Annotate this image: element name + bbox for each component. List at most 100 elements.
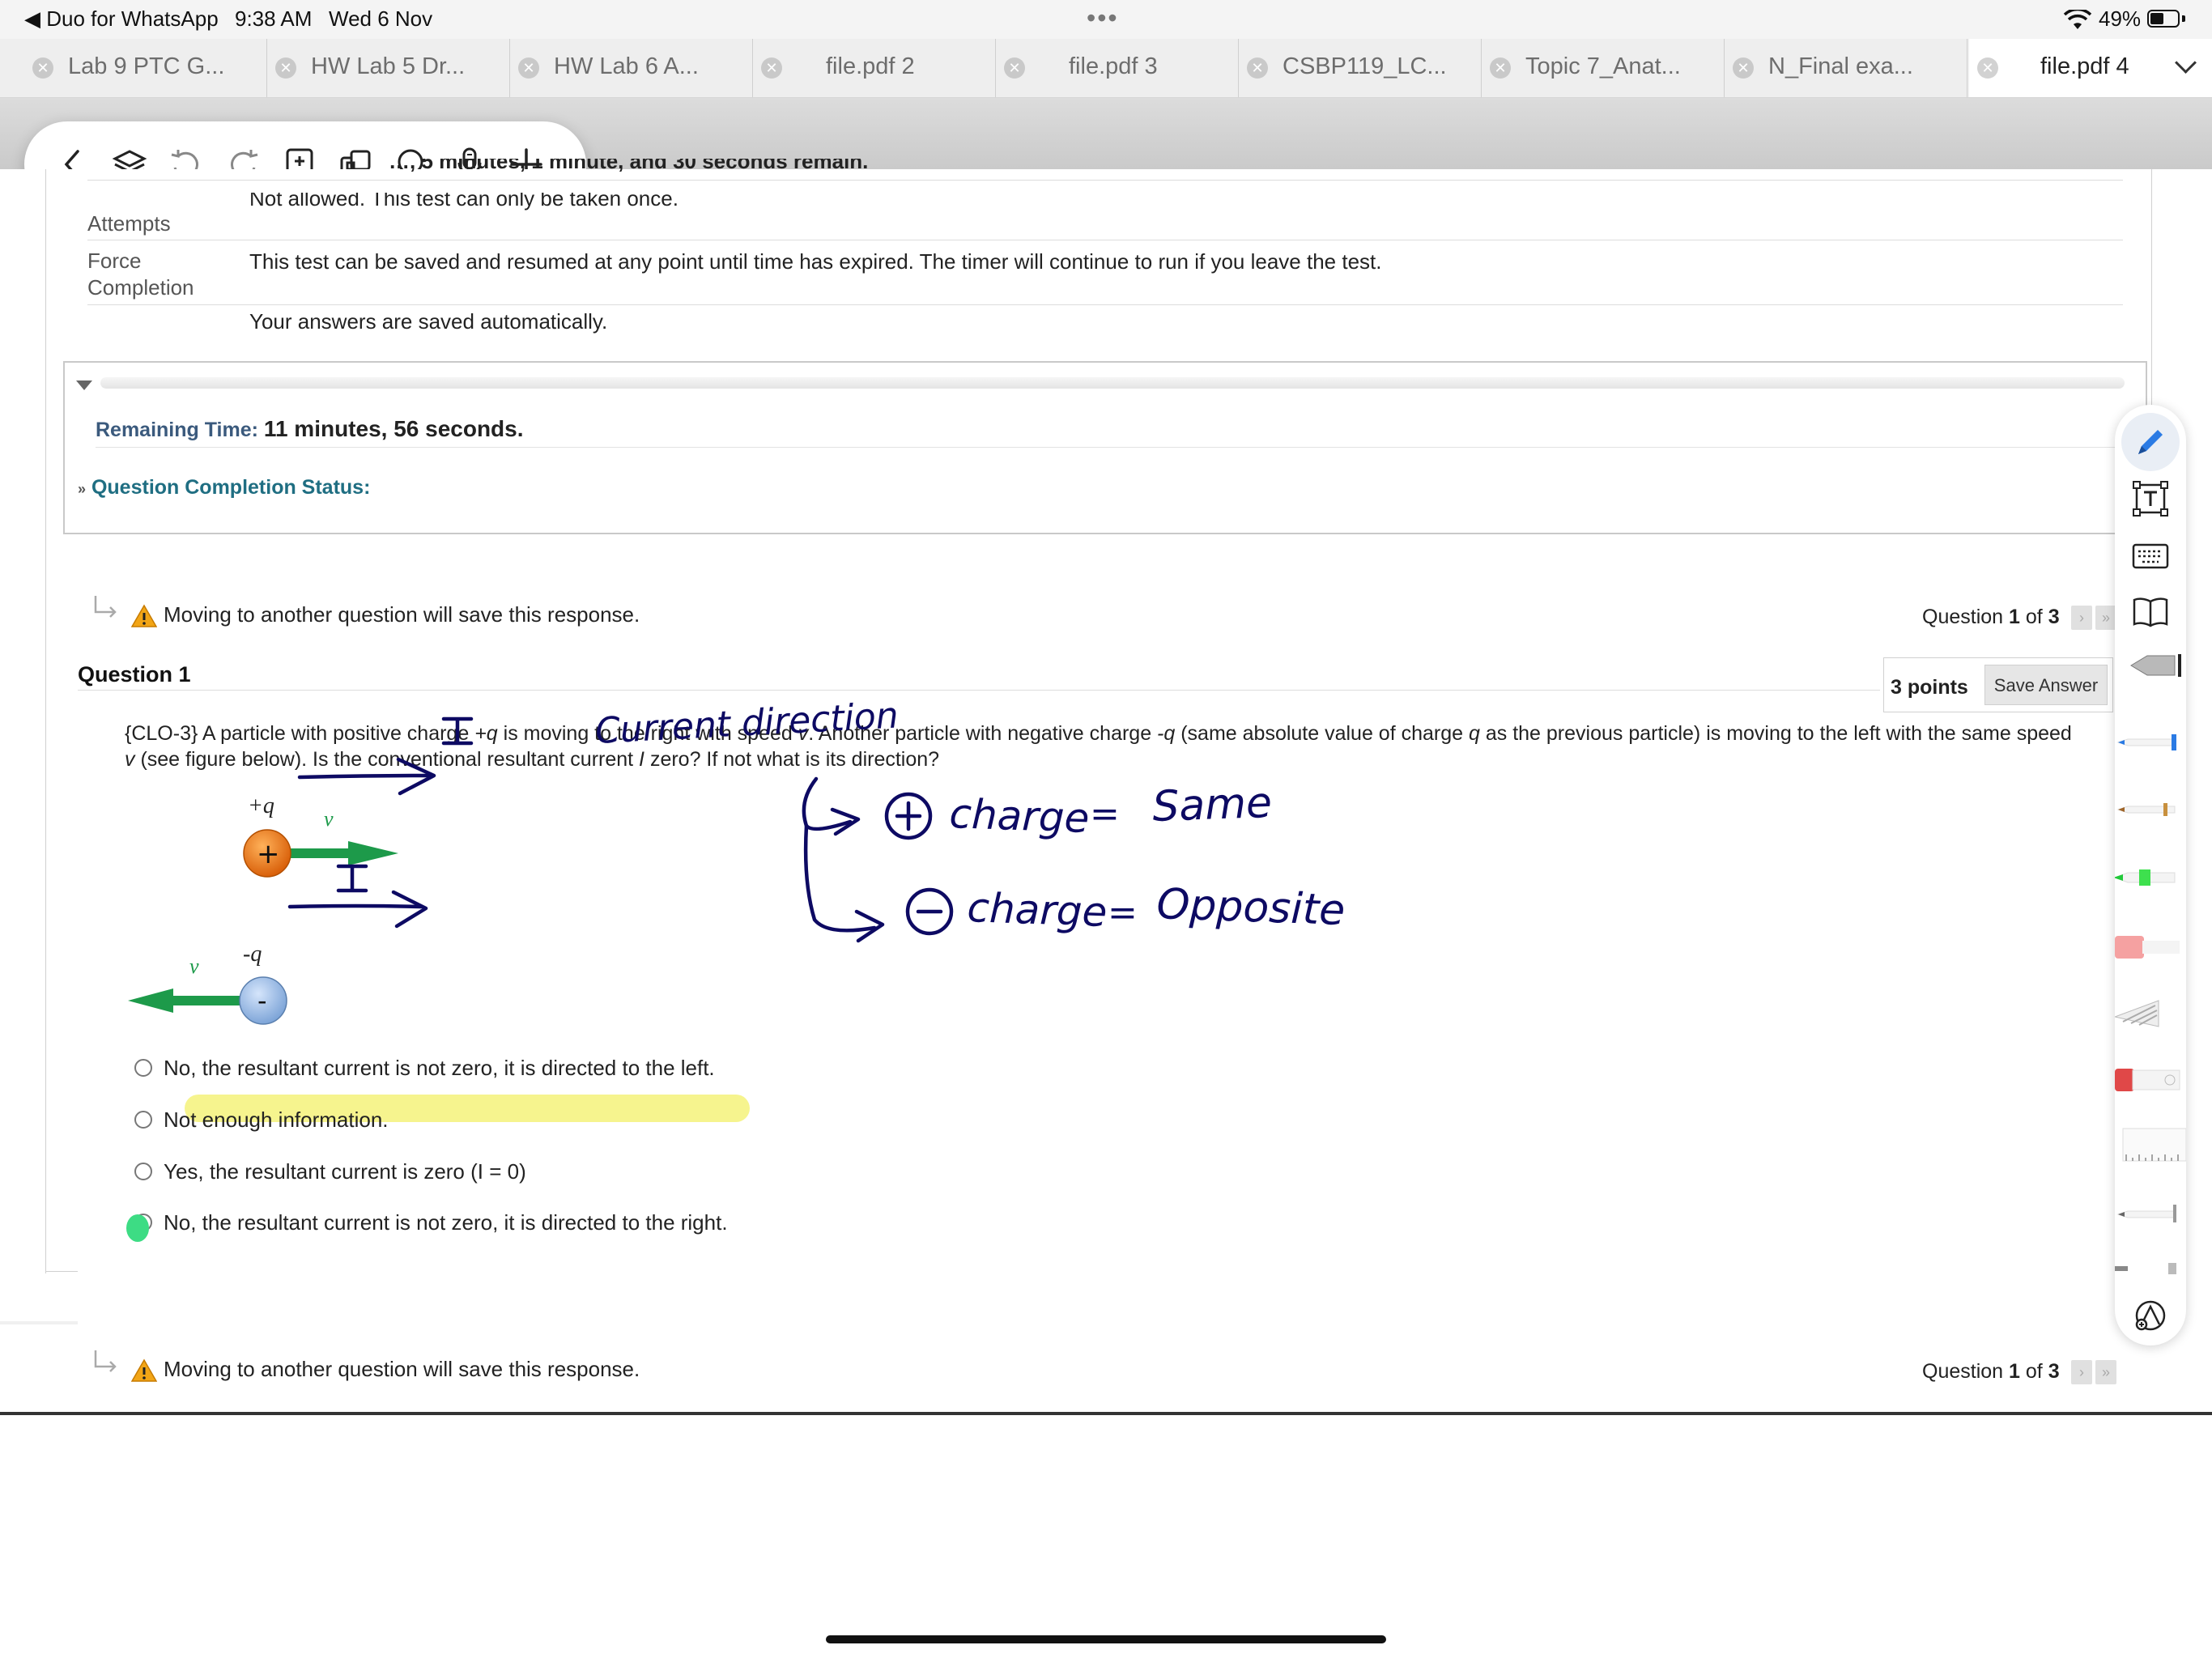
multitasking-dots[interactable]: ••• xyxy=(1087,3,1119,33)
home-indicator[interactable] xyxy=(826,1635,1386,1643)
page-footer-shade xyxy=(0,1321,78,1324)
book-icon[interactable] xyxy=(2130,592,2171,632)
timer-progress-bar xyxy=(100,377,2125,389)
return-arrow-icon xyxy=(94,596,117,618)
tab-label: file.pdf 2 xyxy=(826,53,915,79)
divider xyxy=(78,690,1880,691)
tab-n-final[interactable]: ✕ N_Final exa... xyxy=(1725,39,1967,97)
tab-file-pdf-2[interactable]: ✕ file.pdf 2 xyxy=(753,39,996,97)
red-marker-tool[interactable] xyxy=(2115,1062,2186,1098)
save-warning-text: Moving to another question will save thi… xyxy=(164,1357,640,1381)
radio-button[interactable] xyxy=(134,1163,152,1180)
pos-velocity-arrowhead xyxy=(348,841,398,865)
plus-sign: + xyxy=(257,838,280,870)
last-question-button[interactable]: » xyxy=(2095,1360,2116,1384)
tab-close-icon[interactable]: ✕ xyxy=(275,57,296,79)
q-text-part: . Another particle with negative charge xyxy=(808,722,1158,745)
pencil-tool[interactable] xyxy=(2115,1197,2186,1232)
tab-topic7[interactable]: ✕ Topic 7_Anat... xyxy=(1482,39,1725,97)
tab-close-icon[interactable]: ✕ xyxy=(518,57,539,79)
text-box-icon[interactable] xyxy=(2130,478,2171,519)
tab-label: Lab 9 PTC G... xyxy=(68,53,225,79)
color-picker-icon[interactable] xyxy=(2130,1295,2171,1336)
tab-close-icon[interactable]: ✕ xyxy=(1004,57,1025,79)
q-text-var: -q xyxy=(1157,722,1176,745)
counter-total: 3 xyxy=(2048,606,2060,628)
tab-close-icon[interactable]: ✕ xyxy=(1977,57,1998,79)
velocity-label: v⃗ xyxy=(324,807,350,831)
question-completion-status-toggle[interactable]: » Question Completion Status: xyxy=(78,476,370,500)
autosave-note: Your answers are saved automatically. xyxy=(249,309,608,334)
tab-close-icon[interactable]: ✕ xyxy=(1733,57,1754,79)
tab-lab9[interactable]: ✕ Lab 9 PTC G... xyxy=(24,39,267,97)
answer-option-label: Not enough information. xyxy=(164,1107,389,1132)
tab-hw-lab6[interactable]: ✕ HW Lab 6 A... xyxy=(510,39,753,97)
tab-label: file.pdf 4 xyxy=(2040,53,2129,79)
battery-level xyxy=(2150,13,2163,24)
q-text-part: as the previous particle) is moving to t… xyxy=(1479,722,2072,745)
answer-option-label: Yes, the resultant current is zero (I = … xyxy=(164,1159,526,1184)
warning-icon xyxy=(131,1358,157,1382)
keyboard-icon[interactable] xyxy=(2130,535,2171,576)
tab-file-pdf-4[interactable]: ✕ file.pdf 4 xyxy=(1969,39,2212,97)
info-row-force-completion: Force Completion This test can be saved … xyxy=(87,243,2123,305)
points-panel: 3 points Save Answer xyxy=(1883,657,2113,712)
double-chevron-down-icon: » xyxy=(78,481,87,497)
back-to-app-link[interactable]: ◀ Duo for WhatsApp xyxy=(24,6,219,32)
question-nav-top: Moving to another question will save thi… xyxy=(91,594,2131,633)
q-text-var: v xyxy=(125,748,135,771)
tab-file-pdf-3[interactable]: ✕ file.pdf 3 xyxy=(996,39,1239,97)
return-arrow-icon xyxy=(94,1350,117,1372)
neg-velocity-arrowhead xyxy=(128,988,173,1013)
points-label: 3 points xyxy=(1891,676,1968,699)
radio-button[interactable] xyxy=(134,1111,152,1129)
fountain-pen-tool[interactable] xyxy=(2115,648,2186,683)
next-question-button[interactable]: › xyxy=(2071,1360,2092,1384)
wifi-icon xyxy=(2063,10,2092,29)
next-question-button[interactable]: › xyxy=(2071,606,2092,630)
tab-close-icon[interactable]: ✕ xyxy=(1490,57,1511,79)
counter-of: of xyxy=(2025,606,2043,628)
radio-button[interactable] xyxy=(134,1059,152,1077)
tab-hw-lab5[interactable]: ✕ HW Lab 5 Dr... xyxy=(267,39,510,97)
remaining-time: Remaining Time: 11 minutes, 56 seconds. xyxy=(96,416,524,442)
brown-pencil-tool[interactable] xyxy=(2115,792,2186,827)
tab-close-icon[interactable]: ✕ xyxy=(761,57,782,79)
tab-close-icon[interactable]: ✕ xyxy=(1247,57,1268,79)
q-text-part: is moving to the right with speed xyxy=(497,722,798,745)
timer-panel: Remaining Time: 11 minutes, 56 seconds. … xyxy=(63,361,2147,534)
collapse-triangle-icon[interactable] xyxy=(76,380,92,390)
eraser-tool[interactable] xyxy=(2115,929,2186,965)
save-answer-button[interactable]: Save Answer xyxy=(1984,665,2108,705)
charges-figure: +q v⃗ + -q v⃗ - xyxy=(128,793,398,1025)
page-edge-line xyxy=(45,1271,78,1272)
ruler-tool[interactable] xyxy=(2115,1127,2186,1163)
remaining-time-value: 11 minutes, 56 seconds. xyxy=(263,416,524,441)
partial-instruction-text: …, 5 minutes, 1 minute, and 30 seconds r… xyxy=(389,159,869,173)
tab-label: Topic 7_Anat... xyxy=(1525,53,1681,79)
pen-icon[interactable] xyxy=(2130,422,2171,462)
question-text: {CLO-3} A particle with positive charge … xyxy=(125,721,2084,772)
info-row-divider xyxy=(87,180,2123,181)
counter-word: Question xyxy=(1922,606,2004,628)
info-value: Not allowed. This test can only be taken… xyxy=(249,186,678,210)
tab-close-icon[interactable]: ✕ xyxy=(32,57,53,79)
tab-csbp119[interactable]: ✕ CSBP119_LC... xyxy=(1239,39,1482,97)
lasso-tool[interactable] xyxy=(2115,1260,2186,1295)
q-text-part: (see figure below). Is the conventional … xyxy=(134,748,640,771)
question-heading: Question 1 xyxy=(78,662,191,687)
battery-icon xyxy=(2147,10,2180,28)
q-text-var: v xyxy=(798,722,809,745)
battery-nub xyxy=(2182,15,2185,22)
pos-charge-label: +q xyxy=(248,793,274,818)
green-highlighter-tool[interactable] xyxy=(2115,860,2186,895)
q-text-part: zero? If not what is its direction? xyxy=(644,748,940,771)
blue-pen-tool[interactable] xyxy=(2115,725,2186,760)
q-text-part: (same absolute value of charge xyxy=(1175,722,1469,745)
ios-status-bar: ◀ Duo for WhatsApp 9:38 AM Wed 6 Nov •••… xyxy=(0,0,2212,39)
pattern-tool[interactable] xyxy=(2115,994,2186,1030)
document-tab-strip: ✕ Lab 9 PTC G... ✕ HW Lab 5 Dr... ✕ HW L… xyxy=(0,39,2212,98)
q-text-part: {CLO-3} A particle with positive charge xyxy=(125,722,475,745)
q-text-var: I xyxy=(639,748,644,771)
last-question-button[interactable]: » xyxy=(2095,606,2116,630)
